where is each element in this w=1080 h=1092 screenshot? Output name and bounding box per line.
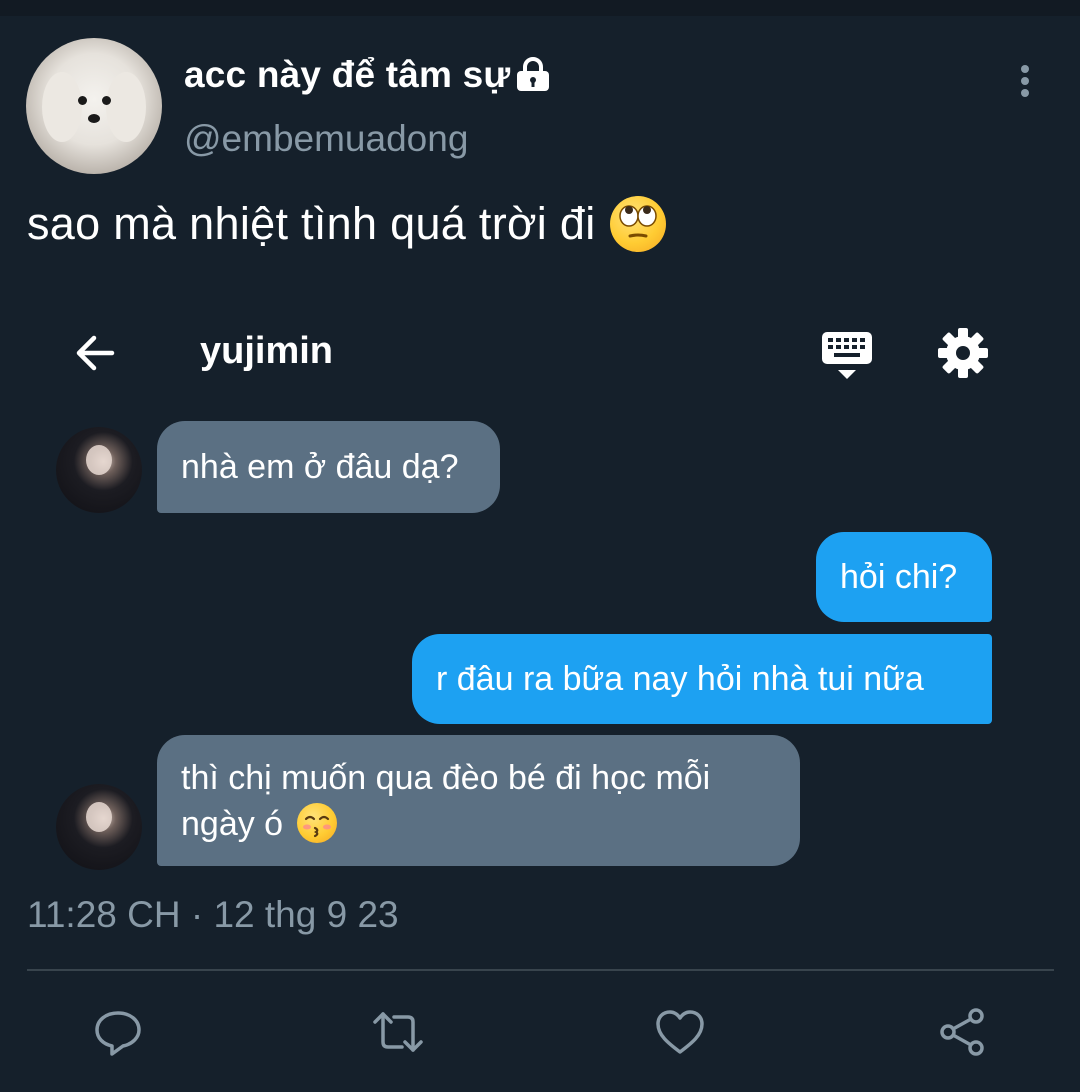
status-bar xyxy=(0,0,1080,16)
keyboard-icon[interactable] xyxy=(820,328,874,382)
gear-icon[interactable] xyxy=(937,327,989,379)
divider xyxy=(27,969,1054,971)
user-handle[interactable]: @embemuadong xyxy=(184,118,468,160)
back-arrow-icon[interactable] xyxy=(72,330,118,376)
tweet-timestamp: 11:28 CH · 12 thg 9 23 xyxy=(27,894,399,935)
message-text: hỏi chi? xyxy=(840,558,958,596)
tweet-text-content: sao mà nhiệt tình quá trời đi xyxy=(27,198,596,249)
eye-roll-emoji xyxy=(609,196,666,252)
message-text: thì chị muốn qua đèo bé đi học mỗi ngày … xyxy=(181,759,711,843)
contact-avatar[interactable] xyxy=(56,427,142,513)
message-bubble-incoming: nhà em ở đâu dạ? xyxy=(157,421,500,513)
share-icon[interactable] xyxy=(936,1006,988,1058)
dm-contact-name: yujimin xyxy=(200,330,334,372)
display-name-text: acc này để tâm sự xyxy=(184,54,511,95)
display-name[interactable]: acc này để tâm sự xyxy=(184,54,552,96)
tweet-text: sao mà nhiệt tình quá trời đi xyxy=(27,196,666,252)
message-bubble-outgoing: r đâu ra bữa nay hỏi nhà tui nữa xyxy=(412,634,992,724)
message-bubble-outgoing: hỏi chi? xyxy=(816,532,992,622)
reply-icon[interactable] xyxy=(92,1006,144,1058)
kissing-emoji xyxy=(296,803,337,843)
retweet-icon[interactable] xyxy=(372,1006,424,1058)
message-text: nhà em ở đâu dạ? xyxy=(181,448,459,486)
message-bubble-incoming: thì chị muốn qua đèo bé đi học mỗi ngày … xyxy=(157,735,800,866)
lock-icon xyxy=(517,57,550,91)
more-icon[interactable] xyxy=(1010,62,1040,102)
message-text: r đâu ra bữa nay hỏi nhà tui nữa xyxy=(436,660,924,698)
contact-avatar[interactable] xyxy=(56,784,142,870)
like-icon[interactable] xyxy=(654,1006,706,1058)
profile-avatar[interactable] xyxy=(26,38,162,174)
